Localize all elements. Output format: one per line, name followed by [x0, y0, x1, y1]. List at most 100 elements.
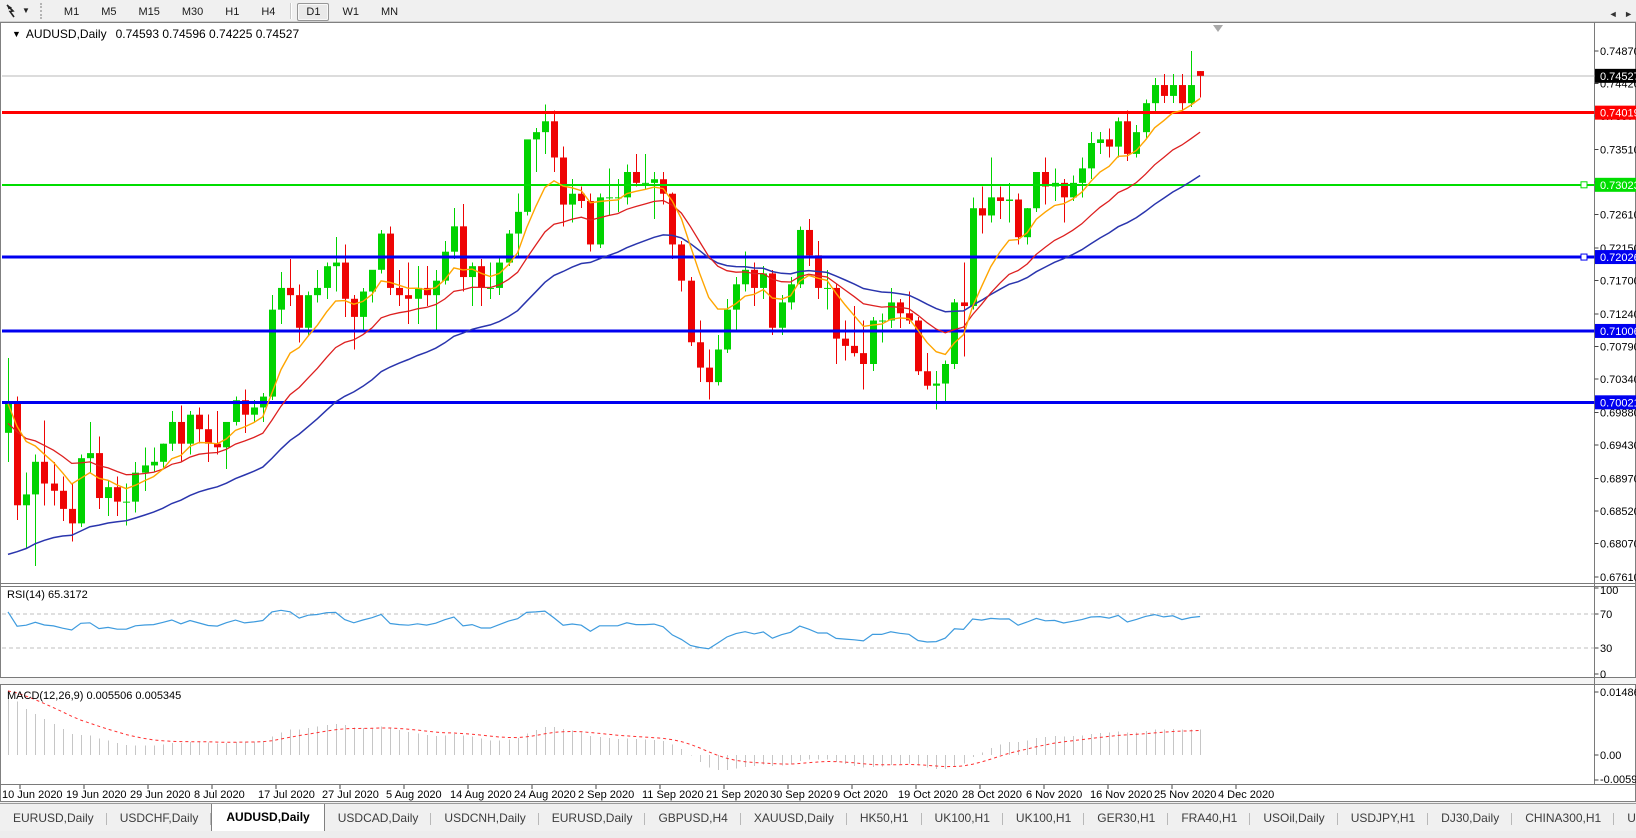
tab-china300-h1[interactable]: CHINA300,H1 [1512, 806, 1614, 832]
cursor-tool-dropdown-icon[interactable]: ▼ [22, 6, 30, 15]
tab-uk100-h1[interactable]: UK100,H1 [922, 806, 1003, 832]
candle-bull [278, 288, 285, 310]
tab-gbpusd-h4[interactable]: GBPUSD,H4 [645, 806, 740, 832]
timeframe-button-m1[interactable]: M1 [55, 3, 88, 21]
candle-bull [569, 194, 576, 205]
candle-bear [287, 288, 294, 295]
date-tick-label: 17 Jul 2020 [258, 789, 315, 801]
candle-bull [1006, 200, 1013, 201]
candle-bear [1015, 200, 1022, 238]
candle-bull [597, 197, 604, 244]
tab-dj30-daily[interactable]: DJ30,Daily [1428, 806, 1512, 832]
candle-bull [132, 473, 139, 502]
candle-bear [997, 197, 1004, 201]
tab-xauusd-daily[interactable]: XAUUSD,Daily [741, 806, 847, 832]
current-price-label: 0.74527 [1600, 71, 1636, 83]
timeframe-button-m30[interactable]: M30 [173, 3, 212, 21]
candle-bear [551, 121, 558, 157]
timeframe-button-h4[interactable]: H4 [252, 3, 284, 21]
candle-bear [405, 295, 412, 299]
candle-bull [469, 266, 476, 277]
candle-bull [5, 404, 12, 433]
candle-bull [779, 302, 786, 327]
candle-bull [369, 270, 376, 292]
timeframe-button-m15[interactable]: M15 [129, 3, 168, 21]
candle-bear [706, 368, 713, 382]
tab-scroll-left-icon[interactable]: ◄ [1609, 9, 1618, 19]
candle-bull [251, 407, 258, 414]
chart-ohlc-values: 0.74593 0.74596 0.74225 0.74527 [116, 27, 300, 41]
candle-bear [51, 484, 58, 491]
tab-usdcad-daily[interactable]: USDCAD,Daily [325, 806, 432, 832]
candle-bull [1115, 121, 1122, 146]
tab-audusd-daily[interactable]: AUDUSD,Daily [211, 803, 324, 832]
candle-bull [333, 263, 340, 267]
candle-bear [842, 339, 849, 346]
hline-price-label: 0.73023 [1600, 180, 1636, 192]
candle-bull [105, 487, 112, 498]
candle-bull [988, 197, 995, 215]
candle-bear [1179, 85, 1186, 103]
candle-bear [979, 208, 986, 215]
tab-usoil-daily[interactable]: USOil,Daily [1250, 806, 1337, 832]
candle-bear [751, 270, 758, 288]
macd-indicator-label: MACD(12,26,9) 0.005506 0.005345 [7, 690, 181, 702]
candle-bear [633, 172, 640, 183]
candle-bull [1088, 143, 1095, 168]
candle-bear [587, 201, 594, 244]
tab-usdjpy-h1[interactable]: USDJPY,H1 [1338, 806, 1428, 832]
toolbar-grip[interactable] [40, 3, 47, 19]
tab-hk50-h1[interactable]: HK50,H1 [847, 806, 922, 832]
timeframe-button-m5[interactable]: M5 [92, 3, 125, 21]
timeframe-button-w1[interactable]: W1 [333, 3, 368, 21]
cursor-tool-icon[interactable] [4, 3, 20, 19]
candle-bear [697, 342, 704, 367]
candle-bear [14, 404, 21, 505]
timeframe-button-mn[interactable]: MN [372, 3, 407, 21]
tab-ger30-h1[interactable]: GER30,H1 [1084, 806, 1168, 832]
date-tick-label: 27 Jul 2020 [322, 789, 379, 801]
tab-usdchf-daily[interactable]: USDCHF,Daily [107, 806, 212, 832]
chart-title-row: ▼AUDUSD,Daily0.74593 0.74596 0.74225 0.7… [12, 27, 299, 41]
price-tick-label: 0.68970 [1600, 473, 1636, 485]
toolbar: ▼ M1M5M15 M30H1H4 D1W1MN [0, 0, 1636, 22]
candle-bull [1079, 168, 1086, 182]
rsi-scale-label: 70 [1600, 609, 1612, 621]
tab-eurusd-daily[interactable]: EURUSD,Daily [539, 806, 646, 832]
price-chart-canvas[interactable]: 0.748700.744200.739700.735100.730600.726… [0, 0, 1636, 838]
candle-bear [806, 230, 813, 255]
candle-bear [196, 415, 203, 429]
date-tick-label: 24 Aug 2020 [514, 789, 576, 801]
hline-price-label: 0.70021 [1600, 397, 1636, 409]
tab-uk100-h1[interactable]: UK100,H1 [1003, 806, 1084, 832]
candle-bear [114, 487, 121, 501]
price-tick-label: 0.69430 [1600, 440, 1636, 452]
price-tick-label: 0.70790 [1600, 342, 1636, 354]
candle-bull [879, 321, 886, 322]
timeframe-button-d1[interactable]: D1 [297, 3, 329, 21]
candle-bull [32, 462, 39, 495]
candle-bear [1161, 85, 1168, 96]
tab-scroll-right-icon[interactable]: ► [1624, 9, 1633, 19]
timeframe-button-h1[interactable]: H1 [216, 3, 248, 21]
toolbar-separator [290, 3, 291, 19]
candle-bear [860, 353, 867, 364]
chart-collapse-icon[interactable]: ▼ [12, 29, 21, 39]
tab-usdcnh-daily[interactable]: USDCNH,Daily [431, 806, 538, 832]
candle-bull [187, 415, 194, 444]
date-tick-label: 8 Jul 2020 [194, 789, 245, 801]
price-tick-label: 0.71700 [1600, 276, 1636, 288]
candle-bull [733, 284, 740, 309]
candle-bear [342, 263, 349, 299]
candle-bull [360, 292, 367, 317]
candle-bull [1097, 139, 1104, 143]
candle-bull [123, 502, 130, 503]
tab-fra40-h1[interactable]: FRA40,H1 [1168, 806, 1250, 832]
candle-bear [678, 244, 685, 280]
candle-bull [451, 226, 458, 251]
tab-eurusd-daily[interactable]: EURUSD,Daily [0, 806, 107, 832]
tab-usoil-h1[interactable]: USOil,H1 [1614, 806, 1636, 832]
status-strip [0, 831, 1636, 838]
candle-bull [942, 364, 949, 384]
candle-bull [533, 132, 540, 139]
